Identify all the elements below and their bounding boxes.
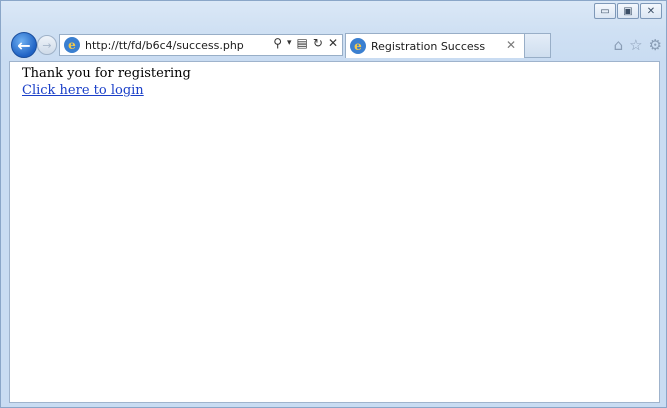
forward-arrow-icon: → — [42, 38, 52, 52]
restore-button[interactable]: ▣ — [617, 3, 639, 19]
chevron-down-icon[interactable]: ▾ — [287, 36, 292, 50]
minimize-button[interactable]: ▭ — [594, 3, 616, 19]
ie-page-icon: e — [64, 37, 80, 53]
address-bar[interactable]: e http://tt/fd/b6c4/success.php ⚲ ▾ ▤ ↻ … — [59, 34, 343, 56]
home-icon[interactable]: ⌂ — [614, 36, 624, 54]
navigation-toolbar: ← → e http://tt/fd/b6c4/success.php ⚲ ▾ … — [9, 31, 664, 59]
search-icon[interactable]: ⚲ — [273, 36, 282, 50]
back-button[interactable]: ← — [11, 32, 37, 58]
window-caption-buttons: ▭ ▣ ✕ — [594, 3, 662, 19]
refresh-icon[interactable]: ↻ — [313, 36, 323, 50]
registration-message: Thank you for registering — [22, 66, 191, 81]
login-link[interactable]: Click here to login — [22, 83, 144, 98]
tab-registration-success[interactable]: e Registration Success ✕ — [345, 33, 525, 58]
gear-icon[interactable]: ⚙ — [649, 36, 662, 54]
compat-view-icon[interactable]: ▤ — [297, 36, 308, 50]
page-content: Thank you for registering Click here to … — [9, 61, 660, 403]
back-arrow-icon: ← — [17, 35, 31, 55]
address-bar-buttons: ⚲ ▾ ▤ ↻ ✕ — [273, 36, 338, 50]
stop-icon[interactable]: ✕ — [328, 36, 338, 50]
tab-title: Registration Success — [371, 39, 486, 53]
favorites-star-icon[interactable]: ☆ — [629, 36, 642, 54]
forward-button[interactable]: → — [37, 35, 57, 55]
ie-tab-icon: e — [350, 38, 366, 54]
new-tab-button[interactable] — [525, 33, 551, 58]
address-url[interactable]: http://tt/fd/b6c4/success.php — [85, 39, 244, 52]
command-icons: ⌂ ☆ ⚙ — [614, 36, 662, 54]
tab-close-icon[interactable]: ✕ — [506, 38, 516, 52]
browser-window: ▭ ▣ ✕ ← → e http://tt/fd/b6c4/success.ph… — [0, 0, 667, 408]
close-window-button[interactable]: ✕ — [640, 3, 662, 19]
